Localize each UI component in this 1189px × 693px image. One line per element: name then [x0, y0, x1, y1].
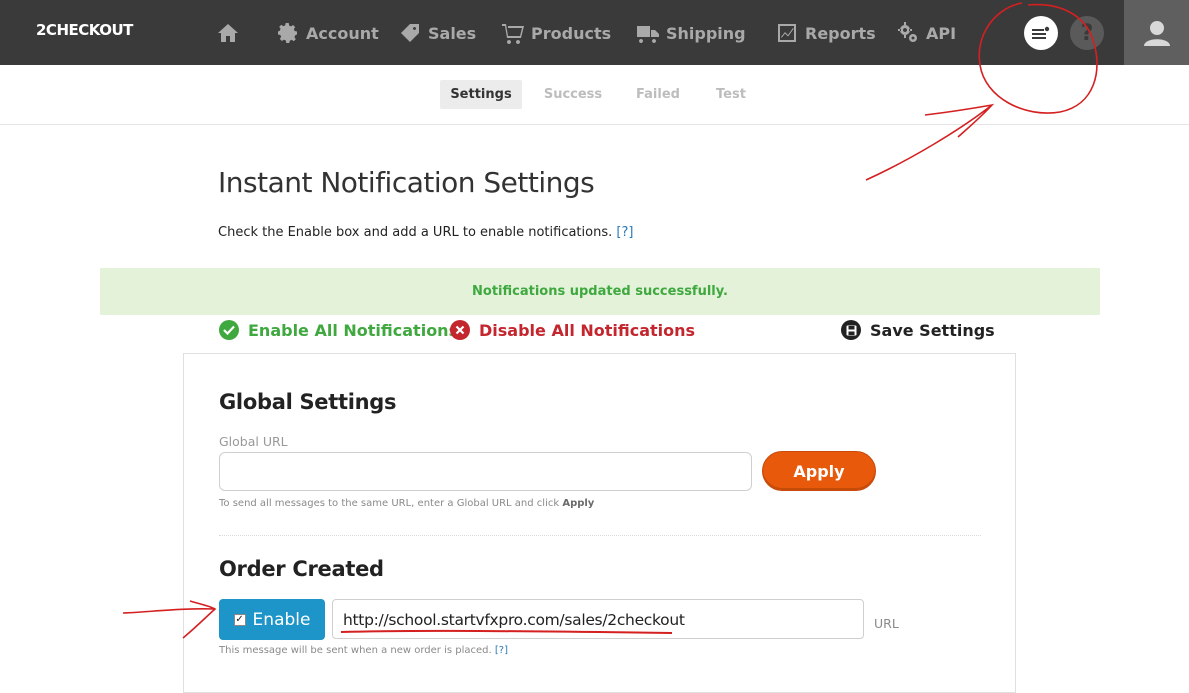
- tab-failed[interactable]: Failed: [630, 80, 686, 109]
- section-divider: [219, 535, 981, 536]
- save-settings-label: Save Settings: [870, 320, 995, 340]
- checkbox-checked-icon[interactable]: ✓: [233, 613, 246, 626]
- enable-label: Enable: [252, 609, 311, 630]
- home-icon: [218, 24, 238, 42]
- nav-account-label: Account: [306, 23, 379, 43]
- apply-button[interactable]: Apply: [762, 451, 876, 491]
- top-navbar: 2CHECKOUT Account Sales Products Shippin…: [0, 0, 1189, 65]
- global-url-input[interactable]: [219, 452, 752, 491]
- order-help-link[interactable]: [?]: [495, 645, 508, 656]
- settings-card: Global Settings Global URL Apply To send…: [183, 353, 1016, 693]
- global-hint-apply: Apply: [562, 498, 595, 509]
- page-title: Instant Notification Settings: [218, 166, 595, 199]
- tag-icon: [401, 24, 419, 42]
- global-hint-text: To send all messages to the same URL, en…: [219, 498, 560, 509]
- tab-settings[interactable]: Settings: [440, 80, 522, 109]
- nav-products[interactable]: Products: [501, 20, 611, 46]
- notifications-button[interactable]: [1024, 16, 1058, 50]
- help-button[interactable]: ?: [1070, 16, 1104, 50]
- cart-icon: [502, 24, 524, 44]
- gear-icon: [278, 23, 297, 43]
- nav-api[interactable]: API: [896, 20, 956, 46]
- order-created-url-label: URL: [874, 616, 899, 631]
- notifications-list-icon: [1032, 26, 1050, 39]
- order-created-heading: Order Created: [219, 557, 384, 581]
- tab-test[interactable]: Test: [706, 80, 756, 109]
- order-created-hint: This message will be sent when a new ord…: [219, 645, 508, 656]
- help-icon: ?: [1080, 20, 1094, 46]
- tab-success[interactable]: Success: [540, 80, 606, 109]
- nav-home[interactable]: [216, 20, 246, 46]
- intro-help-link[interactable]: [?]: [616, 225, 633, 240]
- nav-sales-label: Sales: [428, 23, 477, 43]
- user-icon: [1143, 20, 1170, 46]
- check-circle-icon: [219, 320, 239, 340]
- page-intro: Check the Enable box and add a URL to en…: [218, 225, 633, 240]
- nav-shipping-label: Shipping: [666, 23, 746, 43]
- enable-all-button[interactable]: Enable All Notifications: [219, 320, 458, 340]
- order-hint-text: This message will be sent when a new ord…: [219, 645, 492, 656]
- floppy-disk-icon: [841, 320, 861, 340]
- user-menu-button[interactable]: [1124, 0, 1189, 65]
- nav-account[interactable]: Account: [276, 20, 379, 46]
- save-settings-button[interactable]: Save Settings: [841, 320, 995, 340]
- x-circle-icon: [450, 320, 470, 340]
- nav-sales[interactable]: Sales: [398, 20, 476, 46]
- nav-reports[interactable]: Reports: [775, 20, 876, 46]
- disable-all-button[interactable]: Disable All Notifications: [450, 320, 695, 340]
- nav-products-label: Products: [531, 23, 612, 43]
- global-settings-heading: Global Settings: [219, 390, 397, 414]
- order-created-url-input[interactable]: http://school.startvfxpro.com/sales/2che…: [332, 599, 864, 639]
- nav-shipping[interactable]: Shipping: [636, 20, 746, 46]
- sub-navbar: Settings Success Failed Test: [0, 65, 1189, 125]
- success-banner: Notifications updated successfully.: [100, 268, 1100, 315]
- truck-icon: [637, 26, 659, 43]
- global-url-hint: To send all messages to the same URL, en…: [219, 498, 594, 509]
- page-intro-text: Check the Enable box and add a URL to en…: [218, 225, 613, 240]
- disable-all-label: Disable All Notifications: [479, 320, 696, 340]
- nav-reports-label: Reports: [805, 23, 876, 43]
- global-url-label: Global URL: [219, 434, 288, 449]
- brand-logo[interactable]: 2CHECKOUT: [36, 21, 133, 39]
- nav-api-label: API: [926, 23, 957, 43]
- gears-icon: [898, 22, 918, 42]
- enable-all-label: Enable All Notifications: [248, 320, 459, 340]
- order-created-enable-toggle[interactable]: ✓ Enable: [219, 599, 325, 640]
- chart-icon: [778, 24, 796, 42]
